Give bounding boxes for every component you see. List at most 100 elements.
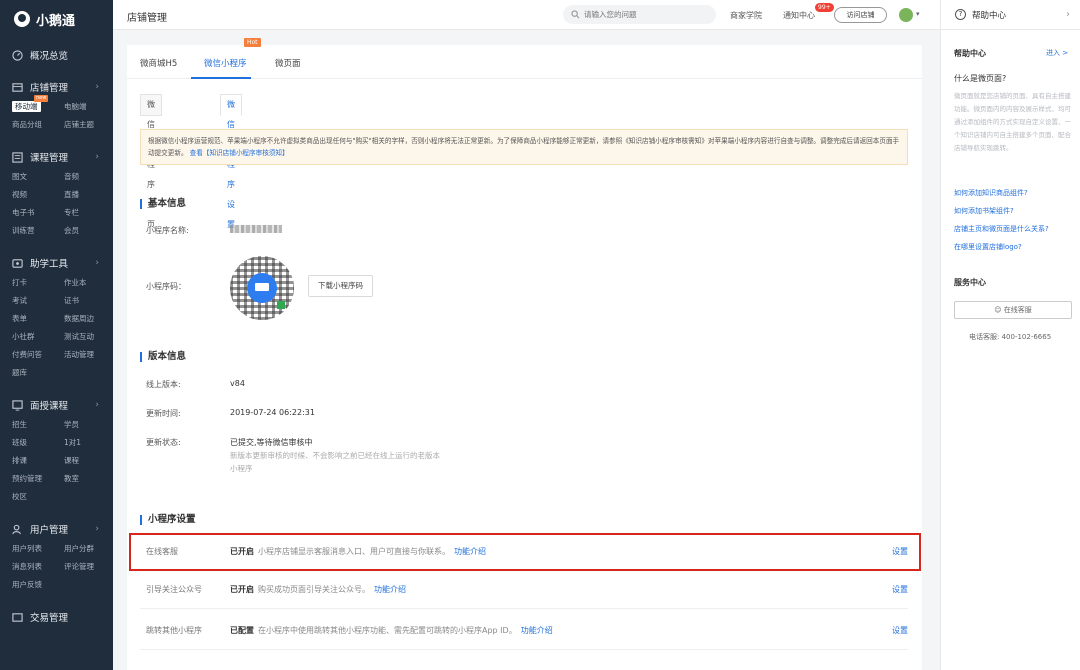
- miniapp-code-label: 小程序码：: [146, 282, 186, 291]
- help-link[interactable]: 如何添加书架组件?: [954, 202, 1049, 220]
- sidebar-item-userlist[interactable]: 用户列表: [12, 540, 64, 558]
- feature-intro-link[interactable]: 功能介绍: [374, 585, 406, 594]
- settings-button[interactable]: 设置: [892, 584, 908, 595]
- sidebar-item-video[interactable]: 视频: [12, 186, 64, 204]
- sidebar-item-homework[interactable]: 作业本: [64, 274, 113, 292]
- sidebar-item-overview[interactable]: 概况总览: [0, 44, 113, 66]
- online-version-value: v84: [230, 379, 245, 388]
- chevron-right-icon: ›: [95, 82, 99, 92]
- notification-center-link[interactable]: 通知中心: [783, 10, 815, 21]
- notice-link[interactable]: 查看【知识店铺小程序审核须知】: [190, 149, 289, 157]
- sidebar-item-checkin[interactable]: 打卡: [12, 274, 64, 292]
- store-icon: [12, 82, 23, 92]
- sidebar-section-users[interactable]: 用户管理 ›: [0, 518, 113, 540]
- sidebar: 小鹅通 概况总览 店铺管理 › new 移动端 电脑端 商品分组 店铺主题 课程管…: [0, 0, 113, 670]
- sidebar-item-qa[interactable]: 付费问答: [12, 346, 64, 364]
- sidebar-item-bank[interactable]: 题库: [12, 364, 64, 382]
- search-box[interactable]: [563, 5, 716, 24]
- help-enter-link[interactable]: 进入 >: [1046, 48, 1068, 58]
- classroom-icon: [12, 399, 23, 411]
- settings-button[interactable]: 设置: [892, 625, 908, 636]
- section-miniapp-settings: 小程序设置: [140, 515, 196, 525]
- sidebar-item-group[interactable]: 商品分组: [12, 116, 64, 134]
- user-icon: [12, 524, 21, 534]
- tools-icon: [12, 258, 23, 268]
- merchant-school-link[interactable]: 商家学院: [730, 10, 762, 21]
- sidebar-item-schedule[interactable]: 排课: [12, 452, 64, 470]
- help-link[interactable]: 店铺主页和微页面是什么关系?: [954, 220, 1049, 238]
- sidebar-section-course[interactable]: 课程管理 ›: [0, 146, 113, 168]
- sidebar-item-class[interactable]: 班级: [12, 434, 64, 452]
- sidebar-section-tools[interactable]: 助学工具 ›: [0, 252, 113, 274]
- sidebar-item-lesson[interactable]: 课程: [64, 452, 113, 470]
- miniapp-logo-icon: [247, 273, 277, 303]
- sidebar-item-feedback[interactable]: 用户反馈: [12, 576, 64, 594]
- sidebar-item-audio[interactable]: 音频: [64, 168, 113, 186]
- sidebar-item-student[interactable]: 学员: [64, 416, 113, 434]
- help-description: 微页面就是您店铺的页面、具有自主搭建功能。微页面内的内容及展示样式、均可通过添加…: [954, 92, 1071, 152]
- search-icon: [571, 10, 580, 19]
- update-time-value: 2019-07-24 06:22:31: [230, 408, 315, 417]
- help-icon: ?: [955, 9, 966, 20]
- sidebar-item-exam[interactable]: 考试: [12, 292, 64, 310]
- chevron-right-icon: ›: [95, 524, 99, 534]
- chevron-right-icon[interactable]: ›: [1066, 9, 1070, 20]
- sidebar-item-one2one[interactable]: 1对1: [64, 434, 113, 452]
- tab-h5[interactable]: 微商城H5: [140, 57, 177, 69]
- sidebar-item-booking[interactable]: 预约管理: [12, 470, 64, 488]
- sidebar-section-trade[interactable]: 交易管理: [0, 606, 113, 628]
- sidebar-item-data[interactable]: 数据周边: [64, 310, 113, 328]
- sidebar-section-offline[interactable]: 面授课程 ›: [0, 394, 113, 416]
- sidebar-item-column[interactable]: 专栏: [64, 204, 113, 222]
- sidebar-item-ebook[interactable]: 电子书: [12, 204, 64, 222]
- feature-intro-link[interactable]: 功能介绍: [521, 626, 553, 635]
- sidebar-item-mobile[interactable]: new 移动端: [12, 95, 64, 116]
- sidebar-item-quiz[interactable]: 测试互动: [64, 328, 113, 346]
- sidebar-item-member[interactable]: 会员: [64, 222, 113, 240]
- help-link[interactable]: 在哪里设置店铺logo?: [954, 238, 1049, 256]
- sidebar-item-form[interactable]: 表单: [12, 310, 64, 328]
- sidebar-item-certificate[interactable]: 证书: [64, 292, 113, 310]
- sidebar-item-room[interactable]: 教室: [64, 470, 113, 488]
- sidebar-item-community[interactable]: 小社群: [12, 328, 64, 346]
- sidebar-section-store[interactable]: 店铺管理 ›: [0, 76, 113, 98]
- sidebar-item-campus[interactable]: 校区: [12, 488, 64, 506]
- help-link[interactable]: 如何添加知识商品组件?: [954, 184, 1049, 202]
- platform-tabs: 微商城H5 微信小程序 Hot 微页面: [127, 38, 922, 79]
- chevron-right-icon: ›: [95, 152, 99, 162]
- sidebar-item-camp[interactable]: 训练营: [12, 222, 64, 240]
- help-panel: ? 帮助中心 › 帮助中心 进入 > 什么是微页面? 微页面就是您店铺的页面、具…: [940, 0, 1080, 670]
- settings-row-follow-account: 引导关注公众号 已开启 购买成功页面引导关注公众号。 功能介绍 设置: [140, 571, 908, 609]
- main-card: 微商城H5 微信小程序 Hot 微页面 微信小程序主页 微信小程序设置 根据微信…: [127, 38, 922, 670]
- sidebar-item-theme[interactable]: 店铺主题: [64, 116, 113, 134]
- subtab-miniapp-settings[interactable]: 微信小程序设置: [220, 94, 242, 229]
- service-center-title: 服务中心: [954, 278, 986, 287]
- caret-down-icon[interactable]: ▾: [916, 10, 920, 18]
- sidebar-item-comments[interactable]: 评论管理: [64, 558, 113, 576]
- help-question: 什么是微页面?: [954, 74, 1007, 83]
- avatar[interactable]: [899, 8, 913, 22]
- dashboard-icon: [12, 49, 23, 61]
- tab-micro-page[interactable]: 微页面: [275, 57, 301, 69]
- sidebar-item-article[interactable]: 图文: [12, 168, 64, 186]
- help-header-title: 帮助中心: [972, 10, 1007, 21]
- chevron-right-icon: ›: [95, 400, 99, 410]
- app-logo[interactable]: 小鹅通: [0, 0, 113, 38]
- miniapp-name-label: 小程序名称:: [146, 226, 189, 235]
- download-code-button[interactable]: 下载小程序码: [308, 275, 373, 297]
- update-status-label: 更新状态:: [146, 438, 181, 447]
- sidebar-item-live[interactable]: 直播: [64, 186, 113, 204]
- trade-icon: [12, 612, 23, 622]
- tab-wechat-miniapp[interactable]: 微信小程序: [204, 57, 247, 69]
- search-input[interactable]: [584, 10, 704, 19]
- highlight-box: [129, 533, 921, 571]
- online-service-button[interactable]: ☺ 在线客服: [954, 301, 1072, 319]
- sidebar-item-segment[interactable]: 用户分群: [64, 540, 113, 558]
- sidebar-item-activity[interactable]: 活动管理: [64, 346, 113, 364]
- notice-banner: 根据微信小程序运营规范、苹果端小程序不允许虚拟类商品出现任何与"购买"相关的字样…: [140, 129, 908, 165]
- sidebar-item-pc[interactable]: 电脑端: [64, 98, 113, 116]
- sidebar-item-enroll[interactable]: 招生: [12, 416, 64, 434]
- subtab-miniapp-home[interactable]: 微信小程序主页: [140, 94, 162, 229]
- visit-store-button[interactable]: 访问店铺: [834, 7, 887, 23]
- sidebar-item-messages[interactable]: 消息列表: [12, 558, 64, 576]
